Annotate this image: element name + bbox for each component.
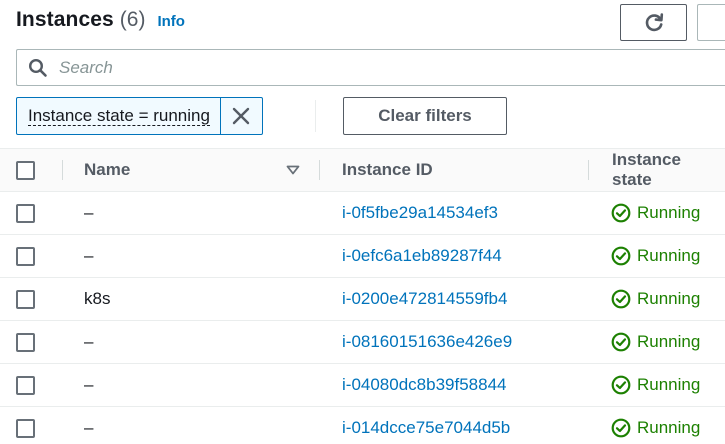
instance-name: – [84, 246, 94, 265]
column-separator [319, 160, 320, 180]
check-circle-icon [611, 289, 631, 309]
refresh-button[interactable] [620, 4, 687, 41]
row-checkbox[interactable] [16, 290, 35, 309]
column-separator [588, 160, 589, 180]
instance-state: Running [611, 235, 700, 277]
filter-token-label: Instance state = running [28, 106, 210, 126]
instance-name: – [84, 418, 94, 437]
instance-state: Running [611, 364, 700, 406]
instance-id-link[interactable]: i-08160151636e426e9 [342, 321, 512, 363]
actions-button[interactable] [697, 4, 725, 41]
instance-name: k8s [84, 289, 111, 308]
column-header-instance-id[interactable]: Instance ID [342, 149, 433, 191]
table-row: – i-0f5fbe29a14534ef3 Running [0, 192, 725, 235]
row-checkbox[interactable] [16, 247, 35, 266]
check-circle-icon [611, 375, 631, 395]
row-checkbox[interactable] [16, 204, 35, 223]
select-all-checkbox[interactable] [16, 161, 35, 180]
check-circle-icon [611, 418, 631, 438]
search-icon [27, 57, 49, 79]
filter-divider [315, 100, 316, 132]
instance-state: Running [611, 192, 700, 234]
instance-state: Running [611, 278, 700, 320]
instance-state: Running [611, 321, 700, 363]
page-title: Instances [16, 8, 114, 31]
instance-name: – [84, 332, 94, 351]
clear-filters-button[interactable]: Clear filters [343, 97, 507, 135]
instance-state-label: Running [637, 375, 701, 394]
column-separator [62, 160, 63, 180]
table-row: k8s i-0200e472814559fb4 Running [0, 278, 725, 321]
instance-state-label: Running [637, 246, 701, 265]
table-header: Name Instance ID Instance state [0, 148, 725, 192]
table-row: – i-014dcce75e7044d5b Running [0, 407, 725, 444]
instance-state: Running [611, 407, 700, 444]
row-checkbox[interactable] [16, 333, 35, 352]
info-link[interactable]: Info [157, 13, 185, 30]
filter-token-label-wrap[interactable]: Instance state = running [17, 98, 221, 134]
check-circle-icon [611, 332, 631, 352]
row-checkbox[interactable] [16, 419, 35, 438]
instance-state-label: Running [637, 332, 701, 351]
instance-state-label: Running [637, 418, 701, 437]
instance-id-link[interactable]: i-0f5fbe29a14534ef3 [342, 192, 498, 234]
table-row: – i-0efc6a1eb89287f44 Running [0, 235, 725, 278]
row-checkbox[interactable] [16, 376, 35, 395]
instances-table: Name Instance ID Instance state – i-0f5f… [0, 148, 725, 444]
table-body: – i-0f5fbe29a14534ef3 Running – i-0efc6a… [0, 192, 725, 444]
instance-id-link[interactable]: i-014dcce75e7044d5b [342, 407, 510, 444]
check-circle-icon [611, 246, 631, 266]
table-row: – i-04080dc8b39f58844 Running [0, 364, 725, 407]
refresh-icon [645, 12, 663, 31]
page-header: Instances (6) Info [16, 8, 185, 38]
sort-down-icon[interactable] [286, 165, 300, 175]
column-header-name[interactable]: Name [84, 149, 130, 191]
instance-name: – [84, 375, 94, 394]
filter-token-dismiss-button[interactable] [221, 98, 262, 134]
search-bar[interactable] [16, 49, 725, 86]
table-row: – i-08160151636e426e9 Running [0, 321, 725, 364]
filter-token: Instance state = running [16, 97, 263, 135]
column-header-instance-state[interactable]: Instance state [612, 149, 725, 191]
instance-name: – [84, 203, 94, 222]
search-input[interactable] [59, 57, 659, 78]
instance-count: (6) [119, 8, 146, 31]
instance-id-link[interactable]: i-04080dc8b39f58844 [342, 364, 506, 406]
instance-state-label: Running [637, 289, 701, 308]
check-circle-icon [611, 203, 631, 223]
instance-state-label: Running [637, 203, 701, 222]
instance-id-link[interactable]: i-0200e472814559fb4 [342, 278, 507, 320]
close-icon [233, 107, 250, 125]
instance-id-link[interactable]: i-0efc6a1eb89287f44 [342, 235, 502, 277]
